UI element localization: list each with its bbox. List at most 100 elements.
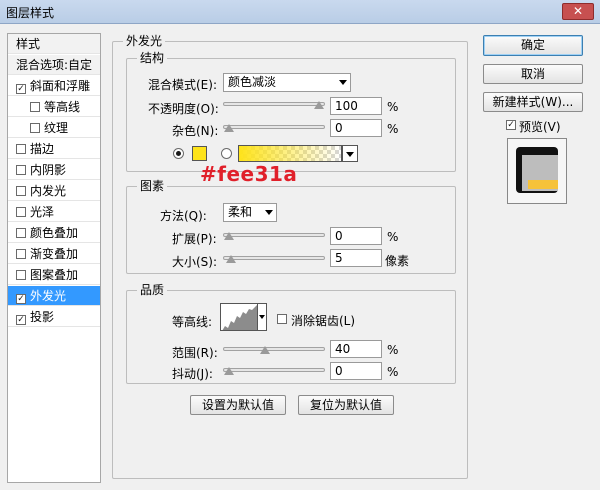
noise-slider[interactable] <box>223 124 325 132</box>
contour-picker[interactable] <box>220 303 258 331</box>
size-input[interactable]: 5 <box>330 249 382 267</box>
color-annotation: #fee31a <box>200 162 298 186</box>
range-input[interactable]: 40 <box>330 340 382 358</box>
size-slider[interactable] <box>223 255 325 263</box>
sidebar-item-checkbox[interactable] <box>30 123 40 133</box>
sidebar-item[interactable]: 等高线 <box>8 97 100 117</box>
reset-default-button[interactable]: 复位为默认值 <box>298 395 394 415</box>
sidebar-item[interactable]: 光泽 <box>8 202 100 222</box>
sidebar-item[interactable]: 描边 <box>8 139 100 159</box>
sidebar-item[interactable]: ✓ 投影 <box>8 307 100 327</box>
contour-label: 等高线: <box>172 315 213 329</box>
solid-color-radio[interactable] <box>173 148 184 159</box>
sidebar-item-label: 样式 <box>16 37 41 51</box>
sidebar-item-label: 渐变叠加 <box>30 247 79 261</box>
sidebar-item-checkbox[interactable] <box>30 102 40 112</box>
anti-alias-label: 消除锯齿(L) <box>291 314 356 328</box>
range-slider[interactable] <box>223 346 325 354</box>
sidebar-item-label: 图案叠加 <box>30 268 79 282</box>
jitter-unit: % <box>387 365 399 379</box>
sidebar-item[interactable]: 图案叠加 <box>8 265 100 285</box>
jitter-slider[interactable] <box>223 367 325 375</box>
new-style-button[interactable]: 新建样式(W)... <box>483 92 583 112</box>
noise-slider-thumb[interactable] <box>224 124 234 132</box>
range-unit: % <box>387 343 399 357</box>
sidebar-item-checkbox[interactable] <box>16 207 26 217</box>
opacity-slider-thumb[interactable] <box>314 101 324 109</box>
sidebar-item[interactable]: 渐变叠加 <box>8 244 100 264</box>
sidebar-item[interactable]: 纹理 <box>8 118 100 138</box>
style-list: 样式混合选项:自定 ✓ 斜面和浮雕等高线纹理描边内阴影内发光光泽颜色叠加渐变叠加图案… <box>7 33 101 483</box>
blend-mode-select[interactable]: 颜色减淡 <box>223 73 351 92</box>
blend-mode-value: 颜色减淡 <box>228 75 277 89</box>
noise-input[interactable]: 0 <box>330 119 382 137</box>
sidebar-item-checkbox[interactable] <box>16 165 26 175</box>
style-preview-thumbnail <box>507 138 567 204</box>
sidebar-item[interactable]: 内阴影 <box>8 160 100 180</box>
sidebar-item-label: 内发光 <box>30 184 67 198</box>
sidebar-item-label: 投影 <box>30 310 55 324</box>
set-default-button[interactable]: 设置为默认值 <box>190 395 286 415</box>
spread-unit: % <box>387 230 399 244</box>
sidebar-item[interactable]: 样式 <box>8 34 100 54</box>
gradient-radio[interactable] <box>221 148 232 159</box>
sidebar-item-label: 等高线 <box>44 100 81 114</box>
range-slider-thumb[interactable] <box>260 346 270 354</box>
opacity-slider[interactable] <box>223 101 325 109</box>
sidebar-item-checkbox[interactable] <box>16 228 26 238</box>
chevron-down-icon <box>259 315 265 319</box>
spread-slider-thumb[interactable] <box>224 232 234 240</box>
close-icon: ✕ <box>572 4 584 18</box>
sidebar-item-label: 光泽 <box>30 205 55 219</box>
opacity-unit: % <box>387 100 399 114</box>
blend-mode-label: 混合模式(E): <box>148 78 217 92</box>
jitter-input[interactable]: 0 <box>330 362 382 380</box>
gradient-dropdown[interactable] <box>342 145 358 162</box>
noise-label: 杂色(N): <box>172 124 219 138</box>
sidebar-item[interactable]: ✓ 斜面和浮雕 <box>8 76 100 96</box>
jitter-slider-thumb[interactable] <box>224 367 234 375</box>
size-slider-thumb[interactable] <box>225 255 236 263</box>
sidebar-item-checkbox[interactable] <box>16 186 26 196</box>
method-label: 方法(Q): <box>160 209 207 223</box>
spread-slider[interactable] <box>223 232 325 240</box>
sidebar-item-checkbox[interactable] <box>16 144 26 154</box>
sidebar-item-checkbox[interactable]: ✓ <box>16 315 26 325</box>
sidebar-item[interactable]: 内发光 <box>8 181 100 201</box>
preview-label: 预览(V) <box>519 120 561 134</box>
contour-dropdown[interactable] <box>258 303 267 331</box>
chevron-down-icon <box>339 80 347 85</box>
noise-unit: % <box>387 122 399 136</box>
sidebar-item-checkbox[interactable] <box>16 249 26 259</box>
sidebar-item-label: 外发光 <box>30 289 67 303</box>
close-button[interactable]: ✕ <box>562 3 594 20</box>
glow-color-swatch[interactable] <box>192 146 207 161</box>
cancel-button[interactable]: 取消 <box>483 64 583 84</box>
sidebar-item[interactable]: 混合选项:自定 <box>8 55 100 75</box>
sidebar-item-label: 描边 <box>30 142 55 156</box>
sidebar-item-label: 混合选项:自定 <box>16 58 93 72</box>
chevron-down-icon <box>265 210 273 215</box>
contour-graph-icon <box>222 305 257 330</box>
sidebar-item[interactable]: 颜色叠加 <box>8 223 100 243</box>
spread-input[interactable]: 0 <box>330 227 382 245</box>
ok-button[interactable]: 确定 <box>483 35 583 56</box>
sidebar-item-checkbox[interactable]: ✓ <box>16 84 26 94</box>
size-unit: 像素 <box>385 254 410 268</box>
spread-label: 扩展(P): <box>172 232 217 246</box>
window-title: 图层样式 <box>6 6 55 20</box>
opacity-input[interactable]: 100 <box>330 97 382 115</box>
sidebar-item-label: 内阴影 <box>30 163 67 177</box>
method-select[interactable]: 柔和 <box>223 203 277 222</box>
range-label: 范围(R): <box>172 346 218 360</box>
elements-title: 图素 <box>137 179 168 193</box>
sidebar-item-checkbox[interactable]: ✓ <box>16 294 26 304</box>
opacity-label: 不透明度(O): <box>148 102 219 116</box>
anti-alias-checkbox[interactable] <box>277 314 287 324</box>
sidebar-item-label: 纹理 <box>44 121 69 135</box>
sidebar-item[interactable]: ✓ 外发光 <box>8 286 100 306</box>
sidebar-item-checkbox[interactable] <box>16 270 26 280</box>
glow-gradient-picker[interactable] <box>238 145 342 162</box>
preview-checkbox[interactable]: ✓ <box>506 120 516 130</box>
sidebar-item-label: 颜色叠加 <box>30 226 79 240</box>
